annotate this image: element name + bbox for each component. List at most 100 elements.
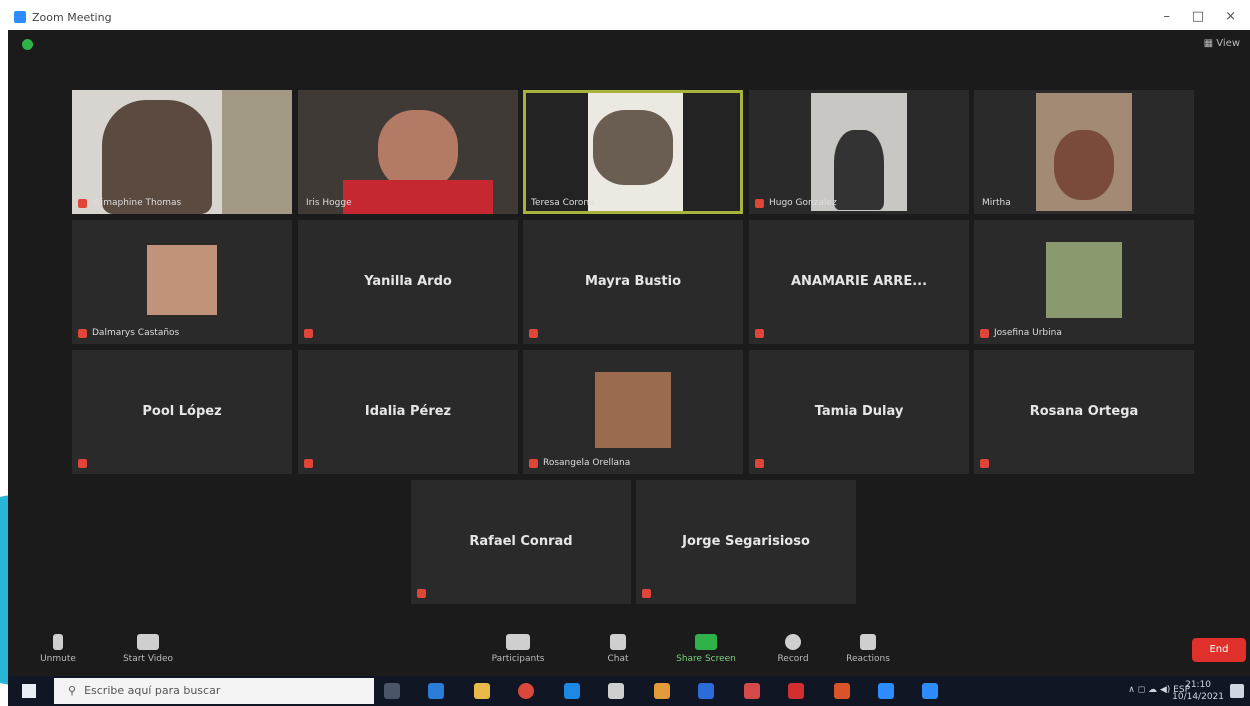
muted-mic-icon — [529, 459, 538, 468]
end-meeting-button[interactable]: End — [1192, 638, 1246, 662]
taskbar-clock[interactable]: 21:10 10/14/2021 — [1172, 679, 1224, 703]
participant-name-label: Rosangela Orellana — [543, 458, 631, 468]
participant-tile[interactable]: Dalmarys Castaños — [72, 220, 292, 344]
app-icon[interactable] — [744, 683, 760, 699]
participant-name-label: Josefina Urbina — [994, 328, 1062, 338]
powerpoint-icon[interactable] — [834, 683, 850, 699]
participant-name-label: Mirtha — [982, 198, 1011, 208]
clock-time: 21:10 — [1185, 680, 1212, 690]
edge-browser-icon[interactable] — [428, 683, 444, 699]
participant-name: Idalia Pérez — [364, 404, 452, 419]
share-screen-button[interactable]: Share Screen — [666, 634, 746, 664]
muted-mic-icon — [980, 459, 989, 468]
taskbar-search-input[interactable]: ⚲ Escribe aquí para buscar — [54, 678, 374, 704]
participant-name-label: Dalmarys Castaños — [92, 328, 180, 338]
participant-tile[interactable]: Rosana Ortega — [974, 350, 1194, 474]
meeting-area: ▦ View Wimaphine Thomas Iris Hogge Teres… — [8, 30, 1250, 630]
participant-shirt — [343, 180, 493, 214]
participant-video-background — [222, 90, 292, 214]
windows-taskbar: ⚲ Escribe aquí para buscar ∧ ◻ ☁ ◀) ESP 2… — [8, 676, 1250, 706]
participant-name: Tamia Dulay — [814, 404, 904, 419]
close-button[interactable]: × — [1225, 9, 1236, 24]
participant-name: Mayra Bustio — [585, 274, 681, 289]
participant-video — [378, 110, 458, 190]
participant-name: Pool López — [142, 404, 222, 419]
zoom-meeting-taskbar-icon[interactable] — [922, 683, 938, 699]
encryption-shield-icon[interactable] — [22, 39, 33, 50]
store-icon[interactable] — [564, 683, 580, 699]
search-icon: ⚲ — [68, 684, 77, 697]
participant-tile[interactable]: Rafael Conrad — [411, 480, 631, 604]
windows-start-icon[interactable] — [22, 684, 36, 698]
minimize-button[interactable]: – — [1164, 9, 1171, 24]
participant-name-label: Teresa Corona — [531, 198, 595, 208]
chat-button[interactable]: Chat — [578, 634, 658, 664]
participant-tile[interactable]: Jorge Segarisioso — [636, 480, 856, 604]
participant-name-label: Wimaphine Thomas — [92, 198, 182, 208]
video-tile[interactable]: Hugo Gonzalez — [749, 90, 969, 214]
photos-icon[interactable] — [654, 683, 670, 699]
window-titlebar: Zoom Meeting – □ × — [8, 6, 1250, 30]
participant-tile[interactable]: Mayra Bustio — [523, 220, 743, 344]
muted-mic-icon — [417, 589, 426, 598]
video-tile[interactable]: Mirtha — [974, 90, 1194, 214]
muted-mic-icon — [755, 199, 764, 208]
pdf-reader-icon[interactable] — [788, 683, 804, 699]
record-button[interactable]: Record — [753, 634, 833, 664]
meeting-toolbar: Unmute Start Video Participants Chat Sha… — [8, 630, 1250, 676]
notification-center-icon[interactable] — [1230, 684, 1244, 698]
participant-name: Rafael Conrad — [469, 534, 573, 549]
participant-face — [1054, 130, 1114, 200]
participant-avatar — [1046, 242, 1122, 318]
participant-name: ANAMARIE ARRE... — [790, 274, 928, 289]
file-explorer-icon[interactable] — [474, 683, 490, 699]
participants-button[interactable]: Participants — [478, 634, 558, 664]
video-tile[interactable]: Iris Hogge — [298, 90, 518, 214]
participant-tile[interactable]: Rosangela Orellana — [523, 350, 743, 474]
muted-mic-icon — [304, 329, 313, 338]
muted-mic-icon — [304, 459, 313, 468]
participant-tile[interactable]: Idalia Pérez — [298, 350, 518, 474]
muted-mic-icon — [755, 329, 764, 338]
task-view-icon[interactable] — [384, 683, 400, 699]
share-screen-icon — [695, 634, 717, 650]
muted-mic-icon — [78, 199, 87, 208]
microphone-icon — [53, 634, 63, 650]
participant-name-label: Iris Hogge — [306, 198, 352, 208]
maximize-button[interactable]: □ — [1192, 9, 1204, 24]
video-tile[interactable]: Wimaphine Thomas — [72, 90, 292, 214]
participants-icon — [506, 634, 530, 650]
participant-name: Rosana Ortega — [1029, 404, 1139, 419]
view-button[interactable]: ▦ View — [1204, 38, 1240, 49]
zoom-taskbar-icon[interactable] — [878, 683, 894, 699]
participant-tile[interactable]: Tamia Dulay — [749, 350, 969, 474]
reactions-icon — [860, 634, 876, 650]
muted-mic-icon — [755, 459, 764, 468]
participant-tile[interactable]: ANAMARIE ARRE... — [749, 220, 969, 344]
chat-icon — [610, 634, 626, 650]
mail-icon[interactable] — [608, 683, 624, 699]
clock-date: 10/14/2021 — [1172, 692, 1224, 702]
participant-tile[interactable]: Josefina Urbina — [974, 220, 1194, 344]
participant-tile[interactable]: Yanilla Ardo — [298, 220, 518, 344]
muted-mic-icon — [529, 329, 538, 338]
participant-avatar — [147, 245, 217, 315]
participant-video — [102, 100, 212, 214]
zoom-app-icon — [14, 11, 26, 23]
word-icon[interactable] — [698, 683, 714, 699]
muted-mic-icon — [78, 329, 87, 338]
muted-mic-icon — [78, 459, 87, 468]
video-tile-active-speaker[interactable]: Teresa Corona — [523, 90, 743, 214]
start-video-button[interactable]: Start Video — [108, 634, 188, 664]
participant-name: Yanilla Ardo — [364, 274, 452, 289]
record-icon — [785, 634, 801, 650]
participant-tile[interactable]: Pool López — [72, 350, 292, 474]
participant-avatar — [595, 372, 671, 448]
mute-button[interactable]: Unmute — [18, 634, 98, 664]
window-title: Zoom Meeting — [32, 11, 112, 24]
participant-name-label: Hugo Gonzalez — [769, 198, 837, 208]
participant-face — [593, 110, 673, 185]
video-camera-icon — [137, 634, 159, 650]
reactions-button[interactable]: Reactions — [828, 634, 908, 664]
chrome-icon[interactable] — [518, 683, 534, 699]
